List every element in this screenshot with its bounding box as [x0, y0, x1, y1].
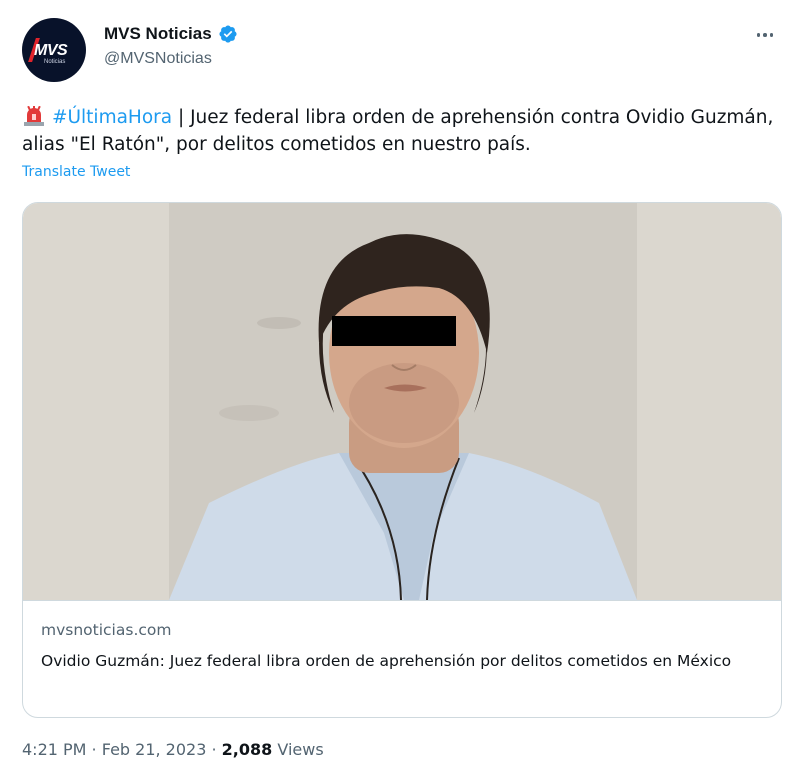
avatar-logo-text: MVS: [34, 42, 68, 59]
more-dot: [763, 33, 767, 37]
translate-tweet-link[interactable]: Translate Tweet: [22, 164, 130, 180]
card-title: Ovidio Guzmán: Juez federal libra orden …: [41, 652, 732, 670]
more-options-icon[interactable]: [750, 22, 780, 48]
siren-icon: [24, 106, 44, 126]
tweet-header: MVS Noticias MVS Noticias @MVSNoticias: [22, 18, 784, 82]
tweet-text: #ÚltimaHora | Juez federal libra orden d…: [22, 104, 782, 158]
card-domain: mvsnoticias.com: [41, 621, 172, 639]
account-name-block: MVS Noticias @MVSNoticias: [104, 22, 238, 68]
account-handle[interactable]: @MVSNoticias: [104, 50, 238, 68]
display-name[interactable]: MVS Noticias: [104, 24, 212, 44]
avatar-logo-subtext: Noticias: [44, 59, 66, 65]
display-name-row: MVS Noticias: [104, 22, 238, 46]
card-photo: [169, 203, 637, 600]
views-label: Views: [277, 740, 324, 759]
card-image[interactable]: [23, 203, 781, 600]
tweet-footer: 4:21 PM · Feb 21, 2023 · 2,088 Views: [22, 740, 324, 759]
link-preview-card[interactable]: mvsnoticias.com Ovidio Guzmán: Juez fede…: [22, 202, 782, 718]
verified-badge-icon[interactable]: [218, 24, 238, 44]
card-photo-illustration: [169, 203, 637, 600]
footer-separator: ·: [86, 740, 102, 759]
views-count[interactable]: 2,088: [222, 740, 273, 759]
hashtag-link[interactable]: #ÚltimaHora: [52, 107, 172, 128]
card-meta[interactable]: mvsnoticias.com Ovidio Guzmán: Juez fede…: [23, 600, 781, 717]
tweet-time[interactable]: 4:21 PM: [22, 740, 86, 759]
footer-separator: ·: [206, 740, 222, 759]
tweet-date[interactable]: Feb 21, 2023: [102, 740, 207, 759]
avatar[interactable]: MVS Noticias: [22, 18, 86, 82]
more-dot: [769, 33, 774, 37]
more-dot: [756, 33, 761, 37]
